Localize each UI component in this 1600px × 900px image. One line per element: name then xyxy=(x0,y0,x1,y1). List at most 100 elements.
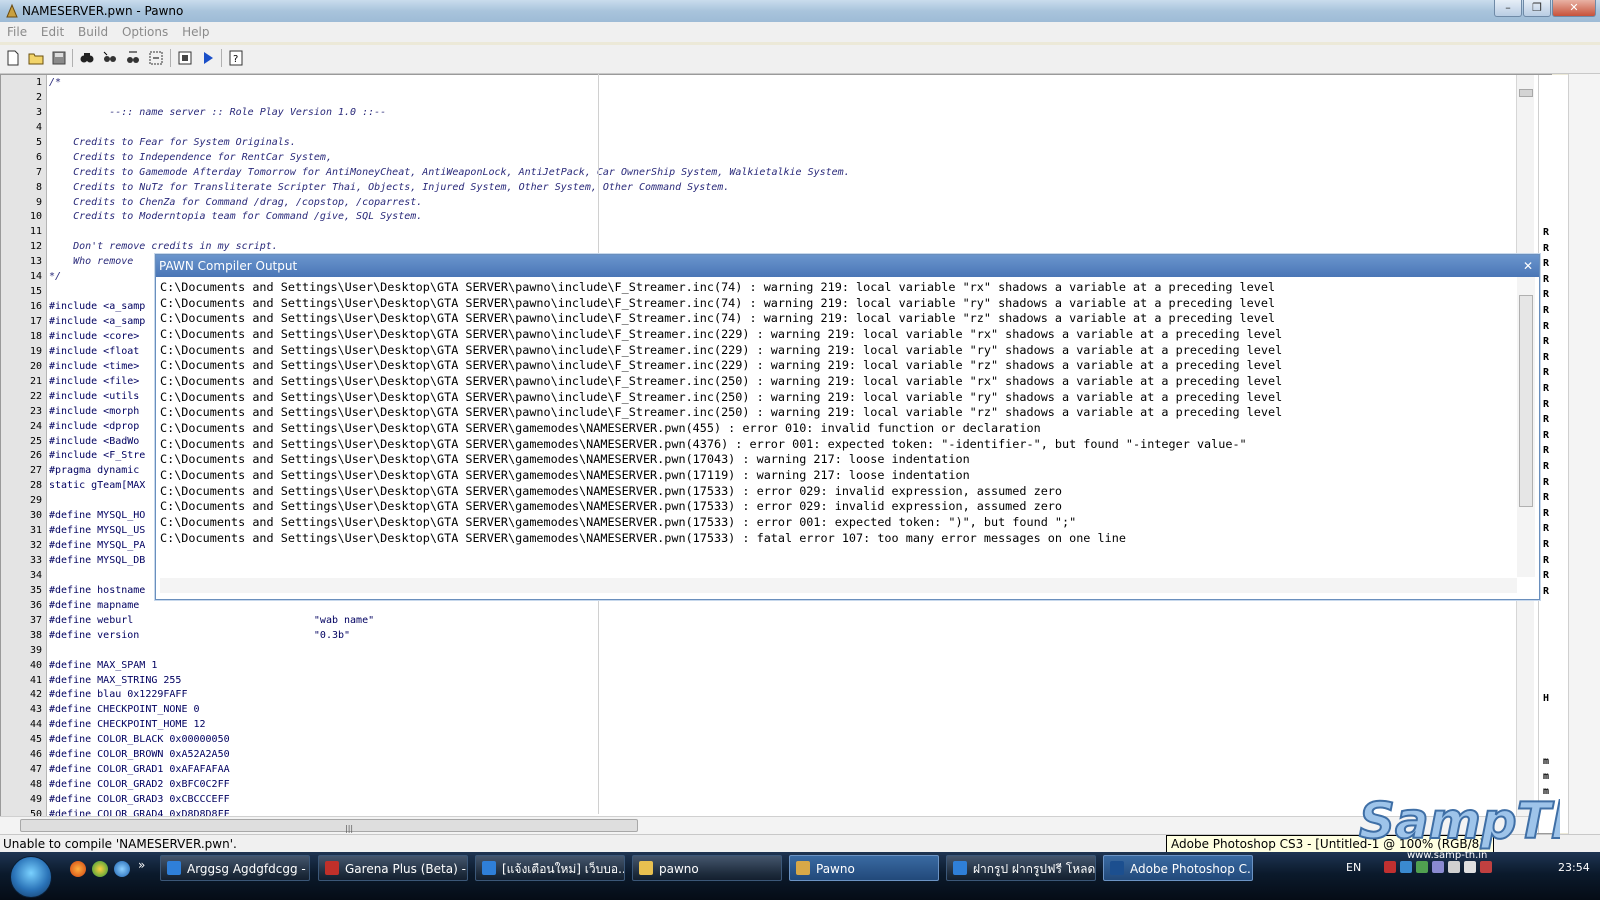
editor-horizontal-scrollbar[interactable]: ||| xyxy=(0,816,1537,834)
svg-text:?: ? xyxy=(233,54,238,65)
chevron-right-icon[interactable]: » xyxy=(138,858,148,874)
find-next-icon[interactable] xyxy=(100,48,120,68)
line-number: 27 xyxy=(29,465,42,477)
output-horizontal-scrollbar[interactable] xyxy=(160,578,1517,593)
side-pane-marker: R xyxy=(1543,273,1550,285)
compiler-message[interactable]: C:\Documents and Settings\User\Desktop\G… xyxy=(160,405,1512,421)
compiler-message[interactable]: C:\Documents and Settings\User\Desktop\G… xyxy=(160,452,1512,468)
taskbar-button[interactable]: ฝากรูป ฝากรูปฟรี โหลด... xyxy=(946,855,1096,881)
compiler-output-log[interactable]: C:\Documents and Settings\User\Desktop\G… xyxy=(160,280,1512,572)
side-pane-marker: H xyxy=(1543,693,1550,704)
side-pane-marker: R xyxy=(1543,461,1550,472)
help-icon[interactable]: ? xyxy=(226,48,246,68)
close-button[interactable]: ✕ xyxy=(1552,0,1596,17)
line-number: 21 xyxy=(29,375,42,387)
ie-icon[interactable] xyxy=(114,861,130,877)
code-line: #define version "0.3b" xyxy=(49,629,351,641)
compiler-message[interactable]: C:\Documents and Settings\User\Desktop\G… xyxy=(160,327,1512,343)
taskbar-button[interactable]: [แจ้งเตือนใหม่] เว็บบอ... xyxy=(475,855,625,881)
compiler-message[interactable]: C:\Documents and Settings\User\Desktop\G… xyxy=(160,437,1512,453)
output-scroll-thumb[interactable] xyxy=(1519,295,1533,507)
maximize-button[interactable]: ❐ xyxy=(1523,0,1551,17)
line-number: 41 xyxy=(29,674,42,686)
side-pane-marker: R xyxy=(1543,383,1550,394)
new-file-icon[interactable] xyxy=(3,48,23,68)
line-number: 5 xyxy=(35,136,42,148)
compiler-message[interactable]: C:\Documents and Settings\User\Desktop\G… xyxy=(160,280,1512,296)
taskbar-button[interactable]: Pawno xyxy=(789,855,939,881)
code-line: Credits to ChenZa for Command /drag, /co… xyxy=(49,196,423,208)
compiler-message[interactable]: C:\Documents and Settings\User\Desktop\G… xyxy=(160,421,1512,437)
chrome-icon[interactable] xyxy=(92,861,108,877)
line-number: 34 xyxy=(29,569,42,581)
replace-icon[interactable] xyxy=(123,48,143,68)
horizontal-scroll-thumb[interactable]: ||| xyxy=(20,819,638,833)
compiler-message[interactable]: C:\Documents and Settings\User\Desktop\G… xyxy=(160,374,1512,390)
code-line: Credits to Gamemode Afterday Tomorrow fo… xyxy=(49,166,850,178)
line-number: 20 xyxy=(29,360,42,372)
taskbar-button-label: [แจ้งเตือนใหม่] เว็บบอ... xyxy=(502,862,625,876)
compiler-output-titlebar[interactable]: PAWN Compiler Output ✕ xyxy=(156,255,1539,277)
line-number: 4 xyxy=(35,121,42,133)
side-pane-scrollbar[interactable] xyxy=(1568,74,1600,834)
run-icon[interactable] xyxy=(198,48,218,68)
app-icon xyxy=(953,861,967,875)
side-pane-marker: R xyxy=(1543,507,1550,519)
taskbar-button[interactable]: Garena Plus (Beta) - ... xyxy=(318,855,468,881)
line-number: 33 xyxy=(29,555,42,566)
line-number: 39 xyxy=(29,644,42,656)
pawno-app-icon xyxy=(6,3,18,18)
menu-build[interactable]: Build xyxy=(78,22,108,42)
editor-scroll-thumb[interactable] xyxy=(1519,89,1533,97)
compiler-message[interactable]: C:\Documents and Settings\User\Desktop\G… xyxy=(160,484,1512,500)
save-icon[interactable] xyxy=(49,48,69,68)
compiler-message[interactable]: C:\Documents and Settings\User\Desktop\G… xyxy=(160,515,1512,531)
compiler-message[interactable]: C:\Documents and Settings\User\Desktop\G… xyxy=(160,358,1512,374)
menu-file[interactable]: File xyxy=(7,22,27,42)
compiler-message[interactable]: C:\Documents and Settings\User\Desktop\G… xyxy=(160,343,1512,359)
line-number: 3 xyxy=(35,106,42,118)
taskbar-button[interactable]: Adobe Photoshop C... xyxy=(1103,855,1253,881)
app-icon xyxy=(482,861,496,875)
code-line: Credits to Independence for RentCar Syst… xyxy=(49,151,332,163)
menu-edit[interactable]: Edit xyxy=(41,22,64,42)
taskbar-button[interactable]: Arggsg Agdgfdcgg - ... xyxy=(160,855,310,881)
app-icon xyxy=(796,861,810,875)
output-vertical-scrollbar[interactable] xyxy=(1517,277,1535,577)
compiler-message[interactable]: C:\Documents and Settings\User\Desktop\G… xyxy=(160,468,1512,484)
compiler-message[interactable]: C:\Documents and Settings\User\Desktop\G… xyxy=(160,531,1512,547)
line-number: 14 xyxy=(29,271,42,283)
line-number: 22 xyxy=(29,390,42,402)
start-button[interactable] xyxy=(10,856,52,898)
compiler-message[interactable]: C:\Documents and Settings\User\Desktop\G… xyxy=(160,311,1512,327)
side-pane-marker: R xyxy=(1543,570,1550,582)
compile-icon[interactable] xyxy=(175,48,195,68)
compiler-message[interactable]: C:\Documents and Settings\User\Desktop\G… xyxy=(160,296,1512,312)
taskbar-button[interactable]: pawno xyxy=(632,855,782,881)
menu-help[interactable]: Help xyxy=(182,22,209,42)
line-number: 40 xyxy=(29,659,42,671)
compiler-message[interactable]: C:\Documents and Settings\User\Desktop\G… xyxy=(160,499,1512,515)
side-pane-marker: R xyxy=(1543,351,1550,363)
open-folder-icon[interactable] xyxy=(26,48,46,68)
side-pane-marker: R xyxy=(1543,476,1550,488)
side-pane-marker: R xyxy=(1543,414,1550,426)
firefox-icon[interactable] xyxy=(70,861,86,877)
line-number: 44 xyxy=(29,719,42,731)
find-icon[interactable] xyxy=(77,48,97,68)
minimize-button[interactable]: – xyxy=(1494,0,1522,17)
line-number: 46 xyxy=(29,749,42,761)
side-pane-marker: R xyxy=(1543,554,1550,566)
code-line: #define mapname xyxy=(49,599,140,611)
line-number: 23 xyxy=(29,405,42,417)
clock[interactable]: 23:54 xyxy=(1558,861,1590,874)
compiler-message[interactable]: C:\Documents and Settings\User\Desktop\G… xyxy=(160,390,1512,406)
line-number: 18 xyxy=(29,330,42,342)
code-line: #define COLOR_BROWN 0xA52A2A50 xyxy=(49,749,230,761)
menu-options[interactable]: Options xyxy=(122,22,168,42)
close-icon[interactable]: ✕ xyxy=(1521,259,1535,273)
code-line: #define MAX_SPAM 1 xyxy=(49,659,158,671)
code-line: #define COLOR_GRAD3 0xCBCCCEFF xyxy=(49,794,230,805)
goto-icon[interactable] xyxy=(146,48,166,68)
